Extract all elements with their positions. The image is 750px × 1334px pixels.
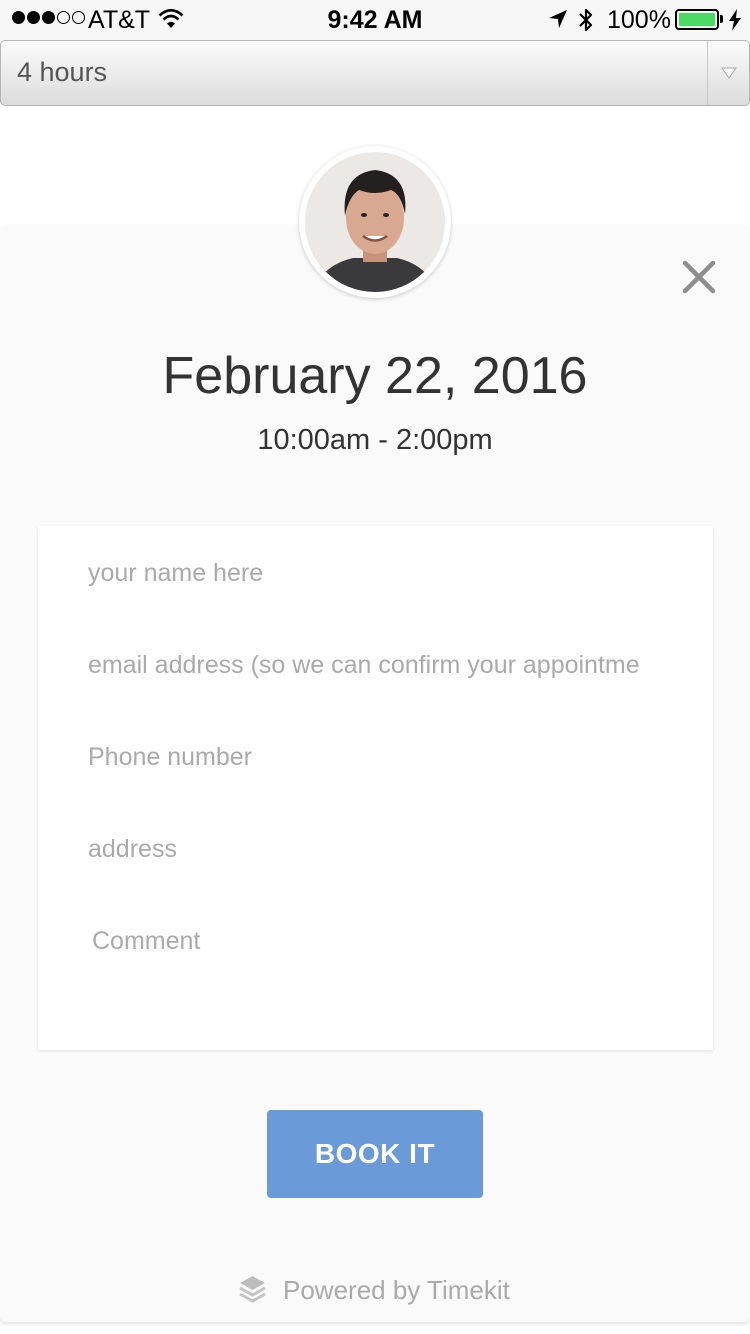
booking-form: your name here email address (so we can … — [38, 526, 713, 1050]
battery-percent: 100% — [607, 6, 671, 34]
close-icon[interactable] — [681, 259, 717, 295]
avatar — [299, 146, 451, 298]
booking-date: February 22, 2016 — [162, 347, 588, 405]
duration-select[interactable]: 4 hours — [0, 40, 750, 106]
book-it-button[interactable]: BOOK IT — [267, 1110, 483, 1198]
bluetooth-icon — [579, 8, 593, 32]
email-field[interactable]: email address (so we can confirm your ap… — [88, 651, 668, 680]
name-field[interactable]: your name here — [88, 559, 668, 588]
battery-cap — [720, 15, 723, 23]
powered-by-text: Powered by Timekit — [283, 1274, 510, 1305]
comment-field[interactable]: Comment — [92, 927, 672, 956]
select-arrow[interactable] — [707, 41, 749, 105]
profile-photo — [305, 152, 445, 292]
address-field[interactable]: address — [88, 835, 668, 864]
phone-field[interactable]: Phone number — [88, 743, 668, 772]
charging-bolt-icon — [729, 9, 741, 31]
timekit-logo-icon — [239, 1276, 266, 1303]
powered-by-link[interactable]: Powered by Timekit — [238, 1274, 510, 1306]
booking-time-range: 10:00am - 2:00pm — [257, 424, 493, 456]
triangle-down-icon — [720, 67, 737, 79]
status-bar: AT&T 9:42 AM 100% — [0, 0, 750, 40]
location-arrow-icon — [549, 10, 567, 28]
battery-icon — [675, 9, 719, 30]
duration-select-value: 4 hours — [17, 57, 108, 87]
